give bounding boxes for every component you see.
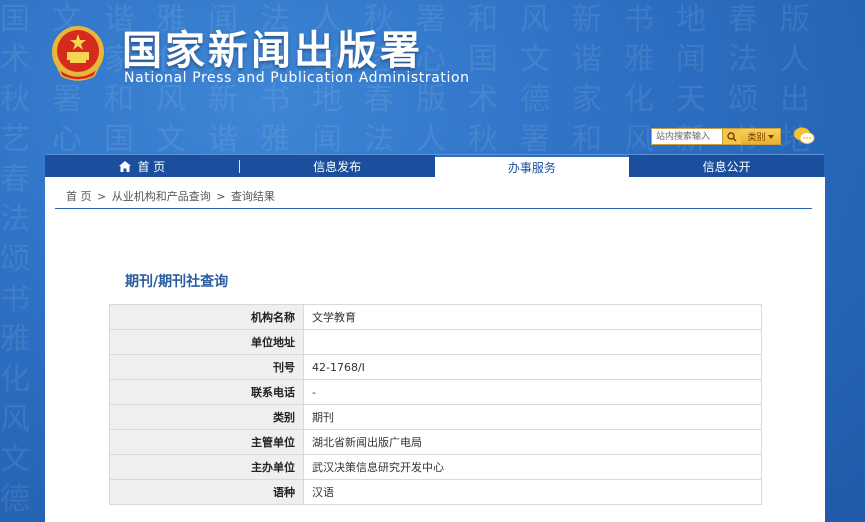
search-input[interactable]	[652, 129, 722, 144]
row-value: 期刊	[303, 404, 762, 430]
main-content: 首 页 > 从业机构和产品查询 > 查询结果 期刊/期刊社查询 机构名称 文学教…	[45, 177, 825, 522]
category-label: 类别	[747, 133, 766, 143]
site-title: 国家新闻出版署	[122, 28, 423, 74]
table-row: 主办单位 武汉决策信息研究开发中心	[109, 454, 762, 480]
row-value: 武汉决策信息研究开发中心	[303, 454, 762, 480]
row-value: 42-1768/I	[303, 354, 762, 380]
search-icon	[727, 131, 737, 142]
site-title-english: National Press and Publication Administr…	[124, 70, 470, 86]
row-label: 联系电话	[109, 379, 304, 405]
home-icon	[119, 161, 132, 172]
result-table: 机构名称 文学教育 单位地址 刊号 42-1768/I 联系电话 - 类别 期刊…	[109, 304, 762, 505]
breadcrumb-home-link[interactable]: 首 页	[66, 190, 92, 203]
national-emblem-icon	[52, 26, 104, 81]
row-value: 文学教育	[303, 304, 762, 330]
nav-item-label: 信息公开	[702, 160, 751, 174]
row-label: 类别	[109, 404, 304, 430]
chat-bubbles-icon[interactable]	[793, 126, 815, 146]
row-value: 汉语	[303, 479, 762, 505]
nav-item-label: 办事服务	[507, 161, 556, 175]
row-label: 单位地址	[109, 329, 304, 355]
row-label: 主管单位	[109, 429, 304, 455]
row-label: 机构名称	[109, 304, 304, 330]
nav-item-services[interactable]: 办事服务	[434, 155, 630, 178]
table-row: 主管单位 湖北省新闻出版广电局	[109, 429, 762, 455]
breadcrumb-current: 查询结果	[230, 190, 275, 203]
search-button[interactable]	[722, 129, 741, 144]
breadcrumb: 首 页 > 从业机构和产品查询 > 查询结果	[66, 188, 277, 204]
row-label: 主办单位	[109, 454, 304, 480]
table-row: 机构名称 文学教育	[109, 304, 762, 330]
site-search: 类别	[651, 128, 781, 145]
page-title: 期刊/期刊社查询	[125, 274, 229, 290]
nav-item-home[interactable]: 首 页	[45, 155, 240, 178]
table-row: 联系电话 -	[109, 379, 762, 405]
nav-item-disclosure[interactable]: 信息公开	[629, 155, 824, 178]
row-value: -	[303, 379, 762, 405]
table-row: 刊号 42-1768/I	[109, 354, 762, 380]
table-row: 类别 期刊	[109, 404, 762, 430]
nav-item-label: 首 页	[137, 160, 166, 174]
main-nav: 首 页 信息发布 办事服务 信息公开	[45, 154, 824, 178]
category-dropdown[interactable]: 类别	[741, 129, 780, 144]
breadcrumb-query-link[interactable]: 从业机构和产品查询	[112, 190, 211, 203]
row-value: 湖北省新闻出版广电局	[303, 429, 762, 455]
nav-item-label: 信息发布	[313, 160, 362, 174]
breadcrumb-separator: >	[97, 190, 107, 203]
table-row: 语种 汉语	[109, 479, 762, 505]
caret-down-icon	[767, 134, 774, 139]
nav-item-news[interactable]: 信息发布	[240, 155, 435, 178]
table-row: 单位地址	[109, 329, 762, 355]
breadcrumb-divider	[55, 208, 812, 209]
breadcrumb-separator: >	[216, 190, 226, 203]
row-label: 刊号	[109, 354, 304, 380]
row-label: 语种	[109, 479, 304, 505]
row-value	[303, 329, 762, 355]
